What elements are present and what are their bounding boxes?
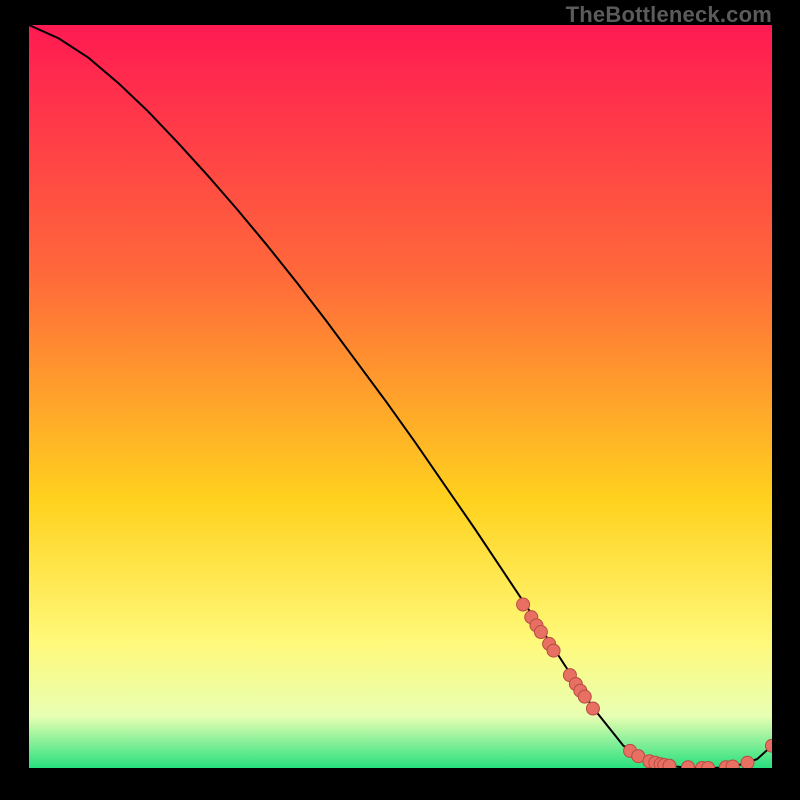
plot-background <box>29 25 772 768</box>
data-point <box>726 760 739 768</box>
data-point <box>578 690 591 703</box>
data-point <box>663 759 676 768</box>
data-point <box>586 702 599 715</box>
chart-stage: TheBottleneck.com <box>0 0 800 800</box>
data-point <box>741 756 754 768</box>
data-point <box>534 626 547 639</box>
chart-plot <box>29 25 772 768</box>
data-point <box>517 598 530 611</box>
data-point <box>547 644 560 657</box>
